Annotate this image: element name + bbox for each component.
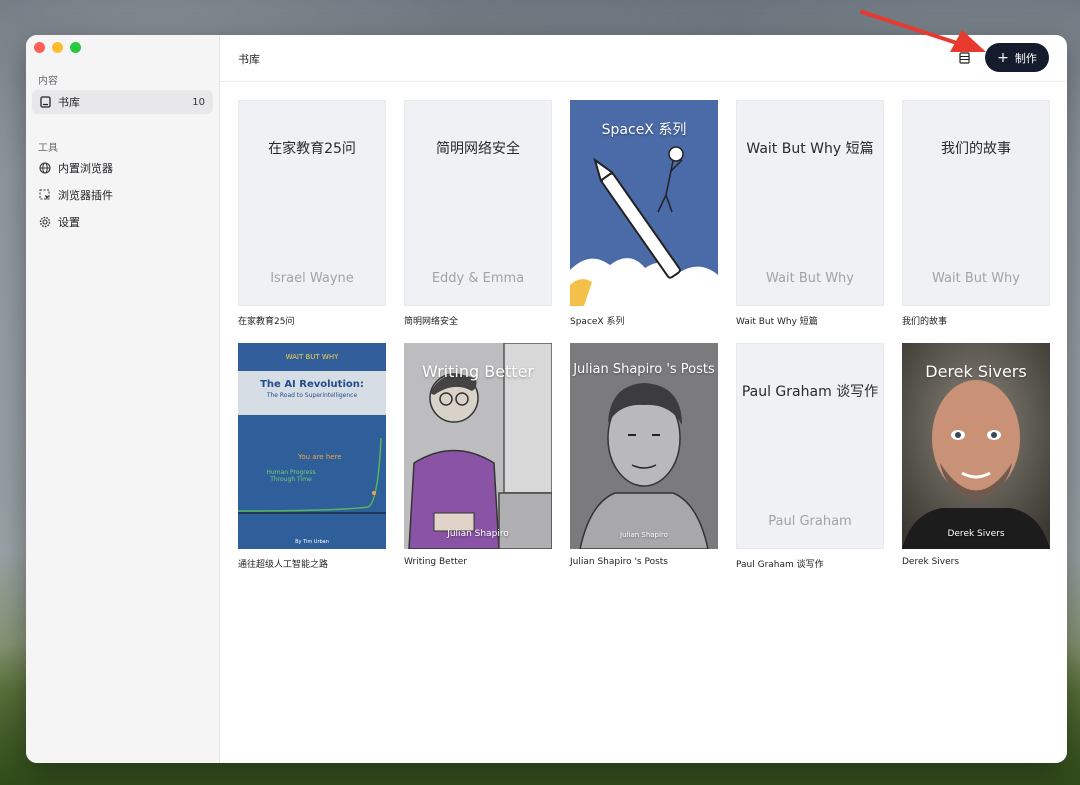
book-cover[interactable]: Writing Better Julian Shapiro <box>404 343 552 549</box>
sidebar-item-library[interactable]: 书库 10 <box>32 90 213 114</box>
minimize-window-button[interactable] <box>52 42 63 53</box>
gear-icon <box>38 215 52 229</box>
book-cover[interactable]: Wait But Why 短篇 Wait But Why <box>736 100 884 306</box>
book-title[interactable]: Paul Graham 谈写作 <box>736 557 884 570</box>
cover-title: 我们的故事 <box>941 141 1011 157</box>
cover-title: 在家教育25问 <box>268 141 356 157</box>
book-title[interactable]: Derek Sivers <box>902 557 1050 567</box>
cover-author: Derek Sivers <box>947 529 1005 539</box>
book-cover[interactable]: 简明网络安全 Eddy & Emma <box>404 100 552 306</box>
book-cover[interactable]: 我们的故事 Wait But Why <box>902 100 1050 306</box>
cover-title: 简明网络安全 <box>436 141 520 157</box>
cover-you-are-here: You are here <box>298 453 342 461</box>
book-title[interactable]: 我们的故事 <box>902 314 1050 327</box>
book-card[interactable]: Julian Shapiro 's Posts Julian Shapiro J… <box>570 343 718 567</box>
cover-by: By Tim Urban <box>295 539 329 545</box>
cover-author: Israel Wayne <box>270 271 354 286</box>
close-window-button[interactable] <box>34 42 45 53</box>
book-card[interactable]: Derek Sivers Derek Sivers Derek Sivers <box>902 343 1050 567</box>
cover-title: SpaceX 系列 <box>601 122 687 138</box>
layout-toggle-button[interactable] <box>956 50 972 66</box>
book-cover[interactable]: WAIT BUT WHY The AI Revolution: The Road… <box>238 343 386 549</box>
cover-title: Derek Sivers <box>925 362 1027 381</box>
sidebar: 内容 书库 10 工具 内置浏览器 浏览器插件 设置 <box>26 35 220 763</box>
cover-author: Julian Shapiro <box>447 529 509 539</box>
cover-author: Julian Shapiro <box>620 531 668 539</box>
book-cover[interactable]: 在家教育25问 Israel Wayne <box>238 100 386 306</box>
app-window: 内容 书库 10 工具 内置浏览器 浏览器插件 设置 书库 + 制作 在家教育2… <box>26 35 1067 763</box>
main-area: 书库 + 制作 在家教育25问 Israel Wayne 在家教育25问 简明网… <box>220 35 1067 763</box>
book-title[interactable]: 在家教育25问 <box>238 314 386 327</box>
sidebar-item-built-in-browser[interactable]: 内置浏览器 <box>32 156 213 180</box>
window-controls <box>34 42 81 53</box>
sidebar-item-browser-plugin[interactable]: 浏览器插件 <box>32 183 213 207</box>
cover-author: Wait But Why <box>765 271 854 286</box>
book-cover[interactable]: Paul Graham 谈写作 Paul Graham <box>736 343 884 549</box>
book-title[interactable]: 通往超级人工智能之路 <box>238 557 386 570</box>
book-icon <box>38 95 52 109</box>
cover-title: Paul Graham 谈写作 <box>741 384 879 400</box>
cover-progress-label: Human Progress Through Time <box>266 469 316 483</box>
zoom-window-button[interactable] <box>70 42 81 53</box>
section-tools-title: 工具 <box>38 143 58 154</box>
sidebar-item-label: 浏览器插件 <box>58 189 113 202</box>
plus-icon: + <box>997 49 1009 66</box>
cover-author: Eddy & Emma <box>431 271 525 286</box>
cover-title: Wait But Why 短篇 <box>746 141 874 157</box>
book-card[interactable]: Writing Better Julian Shapiro Writing Be… <box>404 343 552 567</box>
book-title[interactable]: Julian Shapiro 's Posts <box>570 557 718 567</box>
book-cover[interactable]: Derek Sivers Derek Sivers <box>902 343 1050 549</box>
page-title: 书库 <box>238 53 260 66</box>
plugin-icon <box>38 188 52 202</box>
cover-author: Wait But Why <box>931 271 1020 286</box>
create-button[interactable]: + 制作 <box>985 43 1049 72</box>
library-count-badge: 10 <box>192 96 205 108</box>
list-layout-icon <box>958 49 970 68</box>
book-card[interactable]: SpaceX 系列 SpaceX 系列 <box>570 100 718 327</box>
book-card[interactable]: 我们的故事 Wait But Why 我们的故事 <box>902 100 1050 327</box>
sidebar-item-label: 内置浏览器 <box>58 162 113 175</box>
book-title[interactable]: 简明网络安全 <box>404 314 552 327</box>
cover-title: Writing Better <box>421 362 534 381</box>
book-cover[interactable]: SpaceX 系列 <box>570 100 718 306</box>
growth-curve-illustration <box>238 437 386 514</box>
sidebar-item-label: 书库 <box>58 96 80 109</box>
cover-author: Paul Graham <box>768 514 852 529</box>
book-title[interactable]: SpaceX 系列 <box>570 314 718 327</box>
toolbar: 书库 + 制作 <box>220 35 1067 82</box>
book-title[interactable]: Wait But Why 短篇 <box>736 314 884 327</box>
book-title[interactable]: Writing Better <box>404 557 552 567</box>
sidebar-item-label: 设置 <box>58 216 80 229</box>
book-card[interactable]: 在家教育25问 Israel Wayne 在家教育25问 <box>238 100 386 327</box>
book-card[interactable]: WAIT BUT WHY The AI Revolution: The Road… <box>238 343 386 570</box>
sidebar-item-settings[interactable]: 设置 <box>32 210 213 234</box>
create-button-label: 制作 <box>1014 51 1037 65</box>
book-card[interactable]: Wait But Why 短篇 Wait But Why Wait But Wh… <box>736 100 884 327</box>
cover-title: Julian Shapiro 's Posts <box>573 362 715 377</box>
section-content-title: 内容 <box>38 76 58 87</box>
book-cover[interactable]: Julian Shapiro 's Posts Julian Shapiro <box>570 343 718 549</box>
book-card[interactable]: Paul Graham 谈写作 Paul Graham Paul Graham … <box>736 343 884 570</box>
book-card[interactable]: 简明网络安全 Eddy & Emma 简明网络安全 <box>404 100 552 327</box>
globe-icon <box>38 161 52 175</box>
